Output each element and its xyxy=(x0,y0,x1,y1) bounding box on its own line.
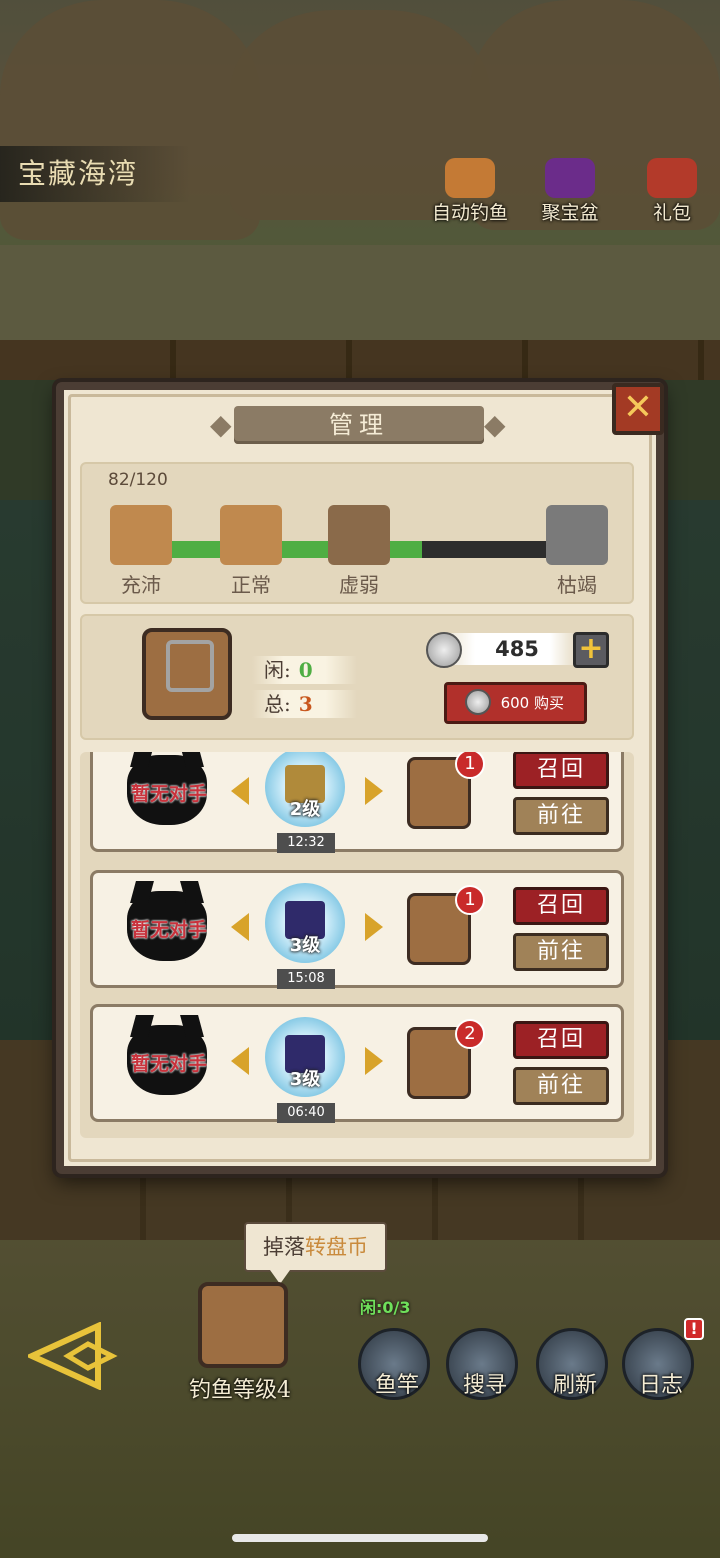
go-button[interactable]: 前往 xyxy=(513,933,609,971)
next-arrow-icon[interactable] xyxy=(365,1047,383,1075)
slot-timer: 15:08 xyxy=(277,969,335,989)
slot-list[interactable]: 暂无对手 2级 12:32 1 召回 前往 暂无对手 3级 15:08 1 召回… xyxy=(80,752,634,1138)
prev-arrow-icon[interactable] xyxy=(231,913,249,941)
bait-bubble[interactable]: 3级 xyxy=(265,1017,345,1097)
tooltip-item: 转盘币 xyxy=(305,1235,368,1259)
close-button[interactable]: ✕ xyxy=(612,383,664,435)
plus-icon: + xyxy=(578,631,604,666)
notification-badge: 2 xyxy=(455,1019,485,1049)
idle-value: 0 xyxy=(298,658,313,682)
recall-button[interactable]: 召回 xyxy=(513,887,609,925)
location-name: 宝藏海湾 xyxy=(0,146,190,202)
auto-fishing-label: 自动钓鱼 xyxy=(431,202,508,224)
treasure-bowl-button[interactable]: 聚宝盆 xyxy=(520,158,620,228)
total-value: 3 xyxy=(298,692,313,716)
add-coins-button[interactable]: + xyxy=(573,632,609,668)
fishing-pack-icon xyxy=(328,505,390,565)
list-item: 暂无对手 3级 06:40 2 召回 前往 xyxy=(90,1004,624,1123)
back-arrow-icon[interactable] xyxy=(28,1322,120,1390)
home-indicator[interactable] xyxy=(232,1534,488,1542)
log-alert-badge: ! xyxy=(684,1318,704,1340)
stage-full: 充沛 xyxy=(96,505,186,598)
buy-label: 600 购买 xyxy=(500,694,564,712)
fishing-pack-icon xyxy=(546,505,608,565)
bait-bubble[interactable]: 2级 xyxy=(265,752,345,827)
gift-pack-label: 礼包 xyxy=(652,202,691,224)
stage-exhausted: 枯竭 xyxy=(532,505,622,598)
bait-level: 3级 xyxy=(289,1069,321,1090)
bait-bubble[interactable]: 3级 xyxy=(265,883,345,963)
search-button[interactable]: 搜寻 xyxy=(446,1328,518,1400)
recall-button[interactable]: 召回 xyxy=(513,752,609,789)
list-item: 暂无对手 2级 12:32 1 召回 前往 xyxy=(90,752,624,853)
slot-timer: 06:40 xyxy=(277,1103,335,1123)
total-count-row: 总: 3 xyxy=(252,690,357,718)
search-label: 搜寻 xyxy=(462,1373,507,1398)
stage-weak-label: 虚弱 xyxy=(339,573,379,597)
idle-count-row: 闲: 0 xyxy=(252,656,357,684)
silver-coin-icon xyxy=(426,632,462,668)
fishing-rod-button[interactable]: 鱼竿 xyxy=(358,1328,430,1400)
fishing-level-label: 钓鱼等级4 xyxy=(189,1378,291,1403)
go-button[interactable]: 前往 xyxy=(513,797,609,835)
stage-normal: 正常 xyxy=(206,505,296,598)
prev-arrow-icon[interactable] xyxy=(231,1047,249,1075)
refresh-button[interactable]: 刷新 xyxy=(536,1328,608,1400)
close-icon: ✕ xyxy=(622,387,654,428)
recall-button[interactable]: 召回 xyxy=(513,1021,609,1059)
buy-button[interactable]: 600 购买 xyxy=(444,682,587,724)
gift-pack-button[interactable]: 礼包 xyxy=(622,158,720,228)
log-button[interactable]: 日志 xyxy=(622,1328,694,1400)
next-arrow-icon[interactable] xyxy=(365,913,383,941)
go-button[interactable]: 前往 xyxy=(513,1067,609,1105)
stage-exhausted-label: 枯竭 xyxy=(557,573,597,597)
cat-fisher-icon xyxy=(445,158,495,198)
idle-label: 闲: xyxy=(264,658,291,682)
opponent-label: 暂无对手 xyxy=(130,1053,207,1075)
notification-badge: 1 xyxy=(455,885,485,915)
dialog-title: 管理 xyxy=(234,406,484,444)
gift-box-icon xyxy=(647,158,697,198)
stamina-count: 82/120 xyxy=(108,470,168,490)
refresh-label: 刷新 xyxy=(552,1373,597,1398)
fishing-pack-icon xyxy=(110,505,172,565)
notification-badge: 1 xyxy=(455,752,485,779)
drop-tooltip: 掉落转盘币 xyxy=(244,1222,387,1284)
tooltip-prefix: 掉落 xyxy=(263,1235,305,1259)
idle-counter: 闲:0/3 xyxy=(360,1298,411,1317)
slot-timer: 12:32 xyxy=(277,833,335,853)
silver-coin-icon xyxy=(465,689,491,715)
fishing-rod-label: 鱼竿 xyxy=(374,1373,419,1398)
total-label: 总: xyxy=(264,692,291,716)
treasure-chest-icon xyxy=(545,158,595,198)
opponent-label: 暂无对手 xyxy=(130,919,207,941)
banner-left-ornament: ◆ xyxy=(210,408,232,441)
treasure-bowl-label: 聚宝盆 xyxy=(541,202,599,224)
stage-weak: 虚弱 xyxy=(314,505,404,598)
next-arrow-icon[interactable] xyxy=(365,777,383,805)
stage-normal-label: 正常 xyxy=(231,573,271,597)
list-item: 暂无对手 3级 15:08 1 召回 前往 xyxy=(90,870,624,989)
fishing-pack-icon xyxy=(220,505,282,565)
backpack-icon xyxy=(142,628,232,720)
fishing-pack-icon[interactable] xyxy=(198,1282,288,1368)
banner-right-ornament: ◆ xyxy=(484,408,506,441)
opponent-label: 暂无对手 xyxy=(130,783,207,805)
stage-full-label: 充沛 xyxy=(121,573,161,597)
prev-arrow-icon[interactable] xyxy=(231,777,249,805)
bait-level: 3级 xyxy=(289,935,321,956)
auto-fishing-button[interactable]: 自动钓鱼 xyxy=(420,158,520,228)
bait-level: 2级 xyxy=(289,799,321,820)
log-label: 日志 xyxy=(638,1373,683,1398)
